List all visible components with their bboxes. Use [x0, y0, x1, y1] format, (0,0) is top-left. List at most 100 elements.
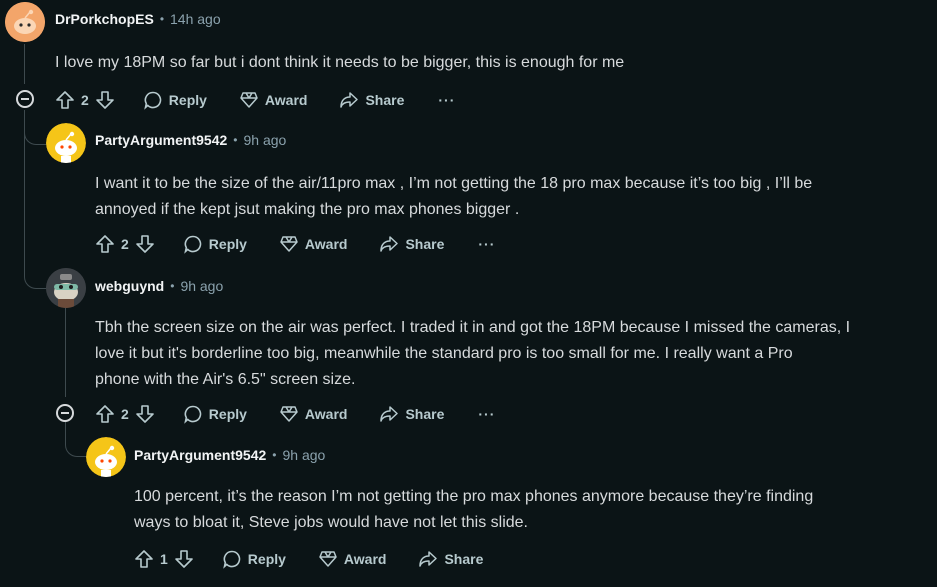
share-button[interactable]: Share [339, 90, 404, 110]
arrow-up-icon[interactable] [95, 404, 115, 424]
vote-group: 2 [95, 404, 155, 424]
thread-line [65, 305, 66, 397]
comment-text: I love my 18PM so far but i dont think i… [55, 54, 625, 71]
comment-text-line: ways to bloat it, Steve jobs would have … [134, 514, 528, 531]
award-label: Award [264, 92, 308, 108]
reply-label: Reply [208, 236, 247, 252]
ellipsis-icon[interactable]: ··· [438, 92, 455, 108]
award-button[interactable]: Award [318, 549, 387, 569]
username[interactable]: PartyArgument9542 [95, 132, 227, 148]
avatar[interactable] [86, 437, 126, 477]
comment-actions: 2 Reply Award Share ··· [55, 87, 455, 113]
arrow-down-icon[interactable] [135, 234, 155, 254]
share-button[interactable]: Share [418, 549, 483, 569]
arrow-down-icon[interactable] [95, 90, 115, 110]
vote-count: 2 [121, 406, 129, 422]
vote-count: 2 [121, 236, 129, 252]
thread-line [24, 44, 25, 84]
custom-avatar-icon [46, 268, 86, 308]
reply-button[interactable]: Reply [183, 234, 247, 254]
award-button[interactable]: Award [279, 234, 348, 254]
award-button[interactable]: Award [239, 90, 308, 110]
share-icon [418, 549, 438, 569]
vote-group: 2 [95, 234, 155, 254]
reply-label: Reply [208, 406, 247, 422]
comment-bubble-icon [143, 90, 163, 110]
comment-text-line: 100 percent, it’s the reason I’m not get… [134, 488, 814, 505]
timestamp[interactable]: 9h ago [243, 132, 286, 148]
thread-connector [65, 420, 86, 457]
username[interactable]: DrPorkchopES [55, 11, 154, 27]
comment-text-line: phone with the Air's 6.5" screen size. [95, 371, 356, 388]
comment-meta: webguynd • 9h ago [95, 278, 223, 294]
share-label: Share [405, 236, 445, 252]
collapse-button[interactable] [16, 90, 34, 108]
comment-body: I want it to be the size of the air/11pr… [95, 171, 812, 223]
award-icon [318, 549, 338, 569]
share-label: Share [365, 92, 405, 108]
share-button[interactable]: Share [379, 404, 444, 424]
award-label: Award [343, 551, 387, 567]
timestamp[interactable]: 14h ago [170, 11, 221, 27]
arrow-up-icon[interactable] [55, 90, 75, 110]
arrow-up-icon[interactable] [134, 549, 154, 569]
comment-meta: DrPorkchopES • 14h ago [55, 11, 221, 27]
ellipsis-icon[interactable]: ··· [478, 236, 495, 252]
username[interactable]: webguynd [95, 278, 164, 294]
share-icon [379, 234, 399, 254]
comment-text-line: Tbh the screen size on the air was perfe… [95, 319, 851, 336]
reply-label: Reply [247, 551, 286, 567]
comment-bubble-icon [222, 549, 242, 569]
comment-bubble-icon [183, 404, 203, 424]
share-button[interactable]: Share [379, 234, 444, 254]
vote-group: 1 [134, 549, 194, 569]
snoo-avatar-icon [5, 2, 45, 42]
ellipsis-icon[interactable]: ··· [478, 406, 495, 422]
timestamp[interactable]: 9h ago [282, 447, 325, 463]
thread-connector [24, 110, 47, 145]
reply-button[interactable]: Reply [143, 90, 207, 110]
award-label: Award [304, 236, 348, 252]
reply-button[interactable]: Reply [222, 549, 286, 569]
award-icon [279, 404, 299, 424]
comment-text-line: annoyed if the kept jsut making the pro … [95, 201, 520, 218]
separator-dot: • [233, 133, 238, 147]
comment-actions: 2 Reply Award Share ··· [95, 231, 495, 257]
arrow-down-icon[interactable] [135, 404, 155, 424]
reply-label: Reply [168, 92, 207, 108]
award-button[interactable]: Award [279, 404, 348, 424]
share-label: Share [444, 551, 484, 567]
vote-count: 1 [160, 551, 168, 567]
collapse-button[interactable] [56, 404, 74, 422]
comment-actions: 1 Reply Award Share [134, 546, 483, 572]
share-icon [379, 404, 399, 424]
award-icon [279, 234, 299, 254]
comment-meta: PartyArgument9542 • 9h ago [95, 132, 286, 148]
snoo-avatar-icon [46, 123, 86, 163]
arrow-down-icon[interactable] [174, 549, 194, 569]
snoo-avatar-icon [86, 437, 126, 477]
vote-count: 2 [81, 92, 89, 108]
comment-body: I love my 18PM so far but i dont think i… [55, 50, 624, 76]
share-icon [339, 90, 359, 110]
comment-bubble-icon [183, 234, 203, 254]
timestamp[interactable]: 9h ago [180, 278, 223, 294]
separator-dot: • [170, 279, 175, 293]
award-icon [239, 90, 259, 110]
arrow-up-icon[interactable] [95, 234, 115, 254]
username[interactable]: PartyArgument9542 [134, 447, 266, 463]
comment-body: Tbh the screen size on the air was perfe… [95, 315, 850, 393]
reply-button[interactable]: Reply [183, 404, 247, 424]
share-label: Share [405, 406, 445, 422]
avatar[interactable] [5, 2, 45, 42]
avatar[interactable] [46, 123, 86, 163]
avatar[interactable] [46, 268, 86, 308]
award-label: Award [304, 406, 348, 422]
comment-body: 100 percent, it’s the reason I’m not get… [134, 484, 813, 536]
comment-text-line: I want it to be the size of the air/11pr… [95, 175, 813, 192]
thread-connector [24, 250, 47, 289]
separator-dot: • [159, 12, 165, 26]
vote-group: 2 [55, 90, 115, 110]
separator-dot: • [272, 448, 277, 462]
comment-text-line: love it but it's borderline too big, mea… [95, 345, 793, 362]
